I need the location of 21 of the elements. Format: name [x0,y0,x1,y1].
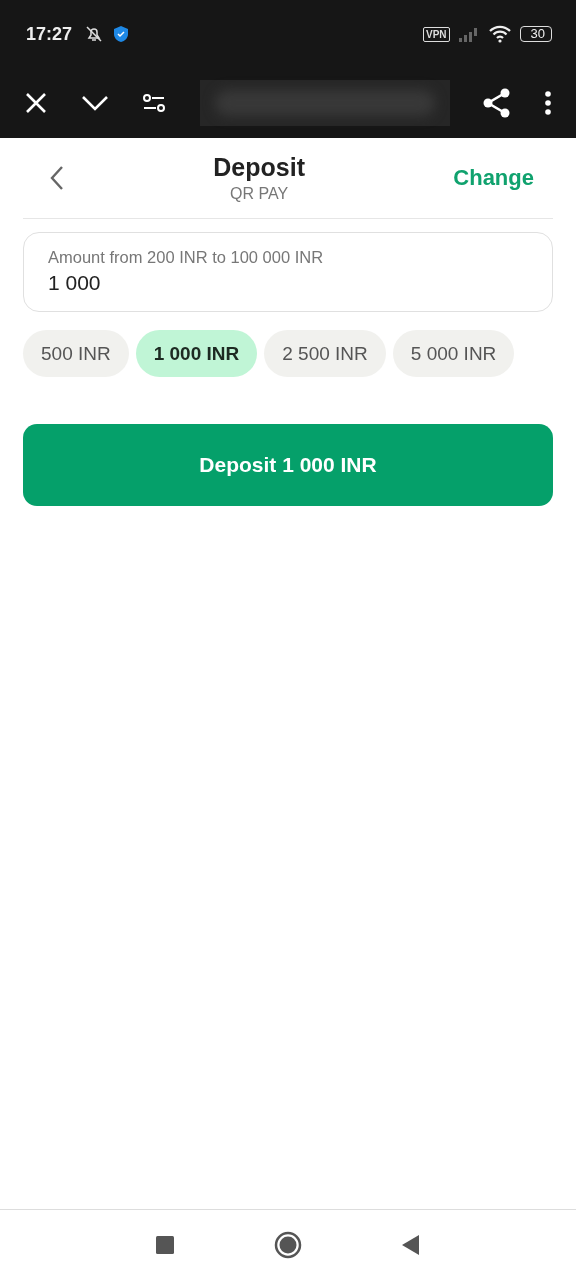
amount-chip[interactable]: 5 000 INR [392,330,515,377]
status-time: 17:27 [26,23,73,45]
page-title: Deposit [213,153,305,182]
wifi-icon [487,25,512,43]
shield-icon [112,25,131,43]
vpn-indicator: VPN [422,26,450,42]
home-icon[interactable] [274,1231,302,1259]
back-icon[interactable] [49,165,65,191]
amount-chip[interactable]: 2 500 INR [264,330,386,377]
payment-method: QR PAY [230,185,289,203]
chevron-down-icon[interactable] [81,94,110,112]
battery-indicator: 30 [519,26,552,42]
signal-icon [457,26,480,42]
more-icon[interactable] [543,91,552,115]
amount-field[interactable]: Amount from 200 INR to 100 000 INR 1 000 [23,232,553,312]
back-nav-icon[interactable] [402,1235,420,1255]
settings-icon[interactable] [142,92,167,114]
share-icon[interactable] [482,88,511,118]
close-icon[interactable] [24,91,48,115]
amount-chip[interactable]: 1 000 INR [135,330,258,377]
amount-chip[interactable]: 500 INR [23,330,129,377]
